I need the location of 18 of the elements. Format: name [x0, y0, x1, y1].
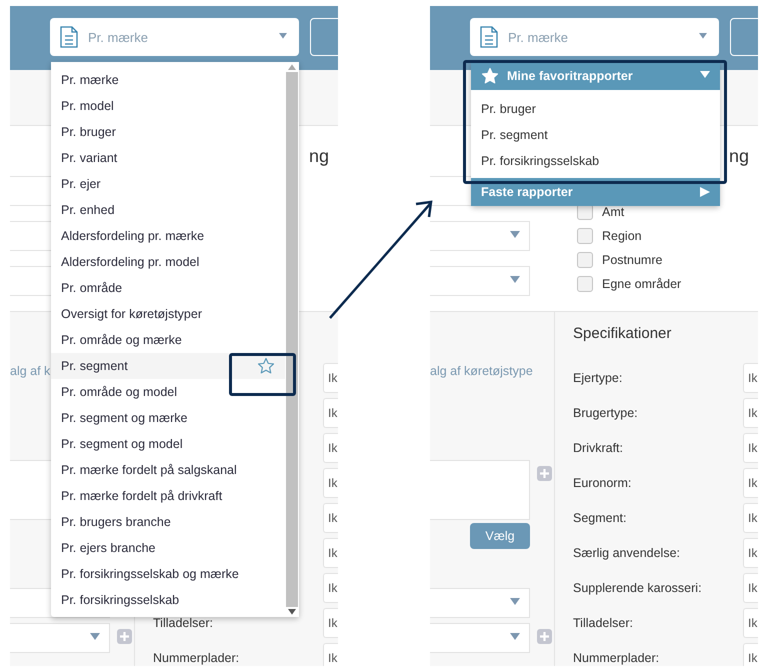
field-label: Drivkraft:	[573, 440, 624, 454]
field-label: Nummerplader:	[153, 650, 240, 664]
field-label: Brugertype:	[573, 406, 639, 420]
field-label: Særlig anvendelse:	[573, 546, 682, 560]
section-heading: ng	[729, 146, 750, 167]
checkbox-label: Egne områder	[602, 277, 682, 291]
checkbox-label: Postnumre	[602, 253, 662, 267]
field-label: Segment:	[573, 510, 628, 524]
section-heading: ng	[309, 146, 330, 167]
field-label: Supplerende karosseri:	[573, 580, 703, 594]
field-label: Euronorm:	[573, 476, 632, 490]
field-label: Tilladelser:	[573, 616, 634, 630]
field-label: Nummerplader:	[573, 650, 660, 664]
field-label: Tilladelser:	[153, 616, 214, 630]
field-label: Ejertype:	[573, 370, 624, 384]
checkbox-label: Region	[602, 229, 642, 243]
checkbox-label: Amt	[602, 205, 624, 219]
section-heading: Specifikationer	[573, 325, 672, 344]
